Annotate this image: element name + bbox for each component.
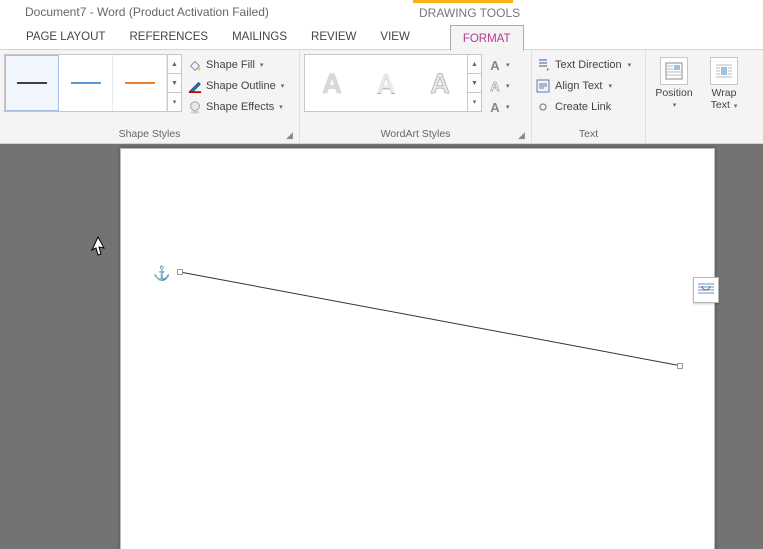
wordart-style-1[interactable]: A [305,55,359,111]
effects-icon [188,100,202,114]
cursor-icon [90,236,106,256]
shape-style-1[interactable] [5,55,59,111]
shape-style-2[interactable] [59,55,113,111]
wa-gallery-more[interactable]: ▾ [468,93,481,111]
wa-gallery-down[interactable]: ▼ [468,74,481,93]
line-handle-end[interactable] [677,363,683,369]
page[interactable]: ⚓ [120,148,715,549]
tab-view[interactable]: VIEW [368,24,421,50]
shape-effects-button[interactable]: Shape Effects▾ [188,98,284,116]
group-arrange: Position ▾ WrapText ▾ [646,50,756,143]
tab-references[interactable]: REFERENCES [117,24,220,50]
text-outline-button[interactable]: A▾ [488,77,510,95]
dialog-launcher-wordart[interactable]: ◢ [518,130,528,140]
window-title: Document7 - Word (Product Activation Fai… [25,5,269,19]
group-label-text: Text [536,126,641,143]
wordart-style-2[interactable]: A [359,55,413,111]
dialog-launcher-shape-styles[interactable]: ◢ [286,130,296,140]
layout-options-button[interactable] [693,277,719,303]
group-wordart-styles: A A A ▲ ▼ ▾ A▾ A▾ A▾ WordArt Styles ◢ [300,50,532,143]
link-icon [536,100,550,114]
group-label-wordart: WordArt Styles [304,126,527,143]
pen-icon [188,79,202,93]
contextual-tab-highlight [413,0,513,3]
align-text-button[interactable]: Align Text▾ [536,77,631,95]
wordart-gallery[interactable]: A A A ▲ ▼ ▾ [304,54,482,112]
anchor-icon: ⚓ [153,265,170,282]
wordart-style-3[interactable]: A [413,55,467,111]
shape-fill-button[interactable]: Shape Fill▾ [188,56,284,74]
text-effects-button[interactable]: A▾ [488,98,510,116]
caret-icon: ▾ [279,103,283,111]
gallery-scroll-up[interactable]: ▲ [168,55,181,74]
tab-mailings[interactable]: MAILINGS [220,24,299,50]
layout-options-icon [697,282,715,298]
tab-review[interactable]: REVIEW [299,24,368,50]
group-label-shape-styles: Shape Styles [4,126,295,143]
group-text: Text Direction▾ Align Text▾ Create Link … [532,50,646,143]
text-fill-button[interactable]: A▾ [488,56,510,74]
text-direction-icon [536,58,550,72]
shape-outline-button[interactable]: Shape Outline▾ [188,77,284,95]
ribbon: ▲ ▼ ▾ Shape Fill▾ Shape Outline▾ Shape E… [0,50,763,144]
ribbon-tabs: PAGE LAYOUT REFERENCES MAILINGS REVIEW V… [0,24,763,50]
document-area[interactable]: ⚓ [0,144,763,549]
title-bar: Document7 - Word (Product Activation Fai… [0,0,763,24]
position-button[interactable]: Position ▾ [650,54,698,109]
gallery-scroll-down[interactable]: ▼ [168,74,181,93]
align-text-icon [536,79,550,93]
contextual-tab-label: DRAWING TOOLS [419,6,520,20]
text-direction-button[interactable]: Text Direction▾ [536,56,631,74]
create-link-button[interactable]: Create Link [536,98,631,116]
caret-icon: ▾ [260,61,264,69]
gallery-more[interactable]: ▾ [168,93,181,111]
shape-style-3[interactable] [113,55,167,111]
drawn-line-shape[interactable] [177,269,687,369]
shape-style-gallery[interactable]: ▲ ▼ ▾ [4,54,182,112]
text-outline-icon: A [488,79,502,94]
line-handle-start[interactable] [177,269,183,275]
position-icon [660,57,688,85]
wrap-text-button[interactable]: WrapText ▾ [700,54,748,113]
tab-format[interactable]: FORMAT [450,25,524,51]
wa-gallery-up[interactable]: ▲ [468,55,481,74]
tab-page-layout[interactable]: PAGE LAYOUT [14,24,117,50]
group-shape-styles: ▲ ▼ ▾ Shape Fill▾ Shape Outline▾ Shape E… [0,50,300,143]
wrap-text-icon [710,57,738,85]
bucket-icon [188,58,202,72]
text-fill-icon: A [488,58,502,73]
text-effects-icon: A [488,100,502,115]
caret-icon: ▾ [281,82,285,90]
